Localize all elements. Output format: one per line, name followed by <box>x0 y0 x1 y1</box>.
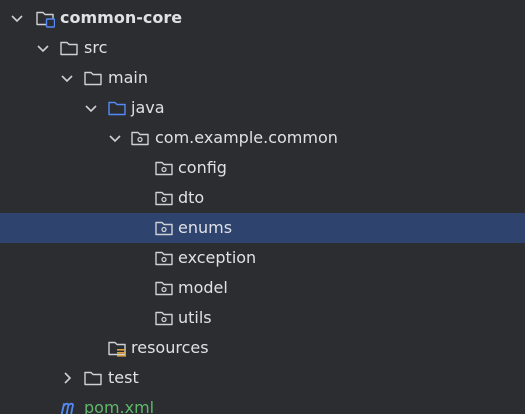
tree-row-resources[interactable]: resources <box>0 333 525 363</box>
package-folder-icon <box>155 311 173 326</box>
tree-row-com-example-common[interactable]: com.example.common <box>0 123 525 153</box>
tree-label: java <box>131 98 165 117</box>
folder-icon <box>84 371 102 386</box>
package-folder-icon <box>155 161 173 176</box>
tree-label: common-core <box>60 8 183 27</box>
tree-row-src[interactable]: src <box>0 33 525 63</box>
tree-label: test <box>108 368 139 387</box>
tree-label: pom.xml <box>84 398 155 414</box>
tree-row-java[interactable]: java <box>0 93 525 123</box>
chevron-down-icon[interactable] <box>107 130 123 146</box>
folder-icon <box>84 71 102 86</box>
chevron-right-icon[interactable] <box>59 370 75 386</box>
tree-row-enums[interactable]: enums <box>0 213 525 243</box>
package-folder-icon <box>155 281 173 296</box>
tree-row-main[interactable]: main <box>0 63 525 93</box>
chevron-down-icon[interactable] <box>83 100 99 116</box>
tree-row-test[interactable]: test <box>0 363 525 393</box>
tree-label: enums <box>178 218 233 237</box>
tree-row-common-core[interactable]: common-core <box>0 3 525 33</box>
folder-icon <box>60 41 78 56</box>
tree-label: com.example.common <box>155 128 338 147</box>
tree-label: model <box>178 278 228 297</box>
source-root-folder-icon <box>108 101 126 116</box>
chevron-down-icon[interactable] <box>35 40 51 56</box>
tree-row-utils[interactable]: utils <box>0 303 525 333</box>
tree-label: src <box>84 38 108 57</box>
tree-row-dto[interactable]: dto <box>0 183 525 213</box>
package-folder-icon <box>155 191 173 206</box>
module-folder-icon <box>36 11 55 28</box>
tree-row-pom-xml[interactable]: pom.xml <box>0 393 525 414</box>
package-folder-icon <box>131 131 149 146</box>
project-tree: common-core src main java com.example.co… <box>0 0 525 414</box>
package-folder-icon <box>155 251 173 266</box>
chevron-down-icon[interactable] <box>9 10 25 26</box>
tree-row-model[interactable]: model <box>0 273 525 303</box>
tree-label: dto <box>178 188 205 207</box>
tree-row-config[interactable]: config <box>0 153 525 183</box>
tree-label: exception <box>178 248 257 267</box>
tree-label: resources <box>131 338 209 357</box>
tree-label: config <box>178 158 227 177</box>
resources-folder-icon <box>108 341 126 357</box>
chevron-down-icon[interactable] <box>59 70 75 86</box>
tree-row-exception[interactable]: exception <box>0 243 525 273</box>
package-folder-icon <box>155 221 173 236</box>
tree-label: utils <box>178 308 212 327</box>
tree-label: main <box>108 68 148 87</box>
maven-icon <box>60 402 74 414</box>
